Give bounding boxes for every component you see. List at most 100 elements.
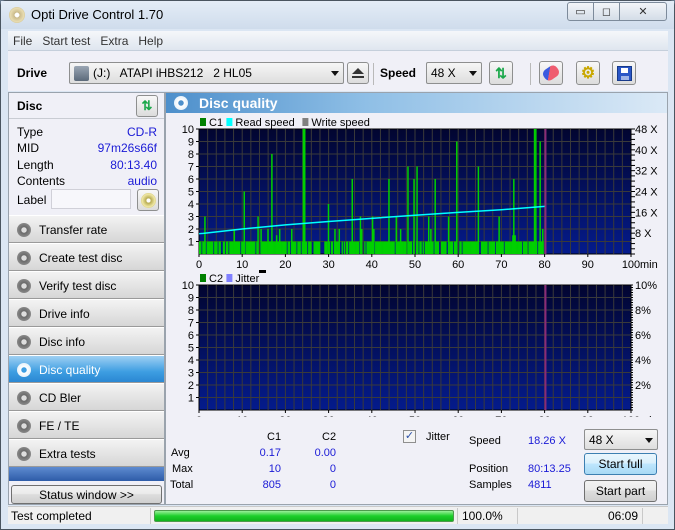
y-tick-label: 5 [188, 343, 194, 355]
panel-title: Disc quality [199, 95, 278, 111]
c1-spike [243, 191, 245, 254]
nav-extra-tests[interactable]: Extra tests [9, 439, 164, 467]
chevron-down-icon [469, 71, 477, 76]
nav-create-test-disc[interactable]: Create test disc [9, 243, 164, 271]
settings-button[interactable]: ⚙ [576, 61, 600, 85]
close-button[interactable]: ✕ [619, 2, 667, 21]
x-axis-unit: min [640, 415, 658, 417]
y-tick-label: 10 [182, 124, 194, 136]
status-text: Test completed [8, 508, 151, 524]
start-full-button[interactable]: Start full [584, 453, 657, 475]
c1-spike [413, 179, 415, 254]
eject-icon [352, 68, 364, 78]
label-input[interactable] [51, 189, 131, 209]
nav-verify-test-disc[interactable]: Verify test disc [9, 271, 164, 299]
c1-bar [285, 241, 287, 254]
erase-button[interactable] [539, 61, 563, 85]
c1-bar [460, 241, 462, 254]
label-field-label: Label [17, 193, 47, 207]
c1-spike [535, 129, 537, 254]
menu-file[interactable]: File [8, 31, 37, 48]
refresh-disc-button[interactable]: ⇅ [136, 95, 158, 117]
legend-swatch-write-speed [302, 118, 309, 126]
nav-disc-info[interactable]: Disc info [9, 327, 164, 355]
maximize-icon: ◻ [601, 6, 612, 18]
x-tick-label: 80 [538, 415, 550, 417]
status-window-button[interactable]: Status window >> [11, 485, 162, 504]
c1-bar [238, 241, 241, 254]
c1-bar [254, 241, 256, 254]
panel-header: Disc quality [166, 93, 667, 113]
c1-bar [219, 241, 221, 254]
y-tick-label: 8 [188, 305, 194, 317]
c1-bar [410, 241, 413, 254]
samples-label: Samples [469, 479, 512, 491]
c1-bar [227, 241, 229, 254]
y-tick-label: 8 [188, 149, 194, 161]
c1-bar [341, 241, 343, 254]
legend-swatch-read-speed [226, 118, 233, 126]
refresh-drive-button[interactable]: ⇅ [489, 61, 513, 85]
nav-disc-quality[interactable]: Disc quality [9, 355, 164, 383]
title-bar: Opti Drive Control 1.70 ▭ ◻ ✕ [1, 1, 674, 29]
total-c2: 0 [329, 479, 336, 491]
avg-c1: 0.17 [259, 447, 281, 459]
label-disc-button[interactable] [137, 189, 159, 211]
sidebar: Disc ⇅ Type CD-R MID 97m26s66f Length 80:13… [8, 92, 165, 505]
menu-extra[interactable]: Extra [95, 31, 133, 48]
y-tick-label: 6 [188, 330, 194, 342]
drive-select[interactable]: (J:) ATAPI iHBS212 2 HL05 [69, 62, 344, 84]
start-part-button[interactable]: Start part [584, 480, 657, 502]
y2-tick-label: 6% [635, 330, 651, 342]
drive-info-icon [17, 307, 31, 321]
menu-start-test[interactable]: Start test [37, 31, 95, 48]
c1-spike [359, 216, 362, 254]
save-button[interactable] [612, 61, 636, 85]
nav-cd-bler[interactable]: CD Bler [9, 383, 164, 411]
y2-tick-label: 48 X [635, 124, 658, 136]
jitter-checkbox[interactable]: ✓ [403, 430, 416, 443]
status-bar: Test completed 100.0% 06:09 [8, 506, 668, 524]
drive-label: Drive [17, 66, 48, 80]
position-value: 80:13.25 [528, 463, 571, 475]
nav-drive-info[interactable]: Drive info [9, 299, 164, 327]
disc-contents-row: Contents audio [17, 174, 157, 188]
disc-length-value: 80:13.40 [110, 158, 157, 172]
disc-contents-label: Contents [17, 174, 66, 188]
maximize-button[interactable]: ◻ [593, 2, 620, 21]
y-tick-label: 5 [188, 187, 194, 199]
legend-marker [259, 270, 266, 273]
c1-spike [498, 216, 500, 254]
speed-select[interactable]: 48 X [426, 62, 482, 84]
menu-bar: File Start test Extra Help [8, 31, 668, 51]
legend-label: Read speed [235, 117, 294, 129]
save-icon [616, 65, 632, 81]
app-window: Opti Drive Control 1.70 ▭ ◻ ✕ File Start … [0, 0, 675, 530]
speed-select-value: 48 X [431, 66, 456, 80]
c1-spike [361, 229, 363, 254]
eject-button[interactable] [347, 62, 369, 84]
nav-transfer-rate[interactable]: Transfer rate [9, 215, 164, 243]
y2-tick-label: 8% [635, 305, 651, 317]
menu-help[interactable]: Help [133, 31, 168, 48]
drive-select-value: (J:) ATAPI iHBS212 2 HL05 [93, 66, 252, 80]
disc-length-row: Length 80:13.40 [17, 158, 157, 172]
c2-jitter-chart: C2Jitter123456789102%4%6%8%10%0102030405… [182, 270, 658, 417]
minimize-button[interactable]: ▭ [567, 2, 594, 21]
disc-info-icon [17, 335, 31, 349]
legend-label: C2 [209, 273, 223, 285]
avg-c2: 0.00 [314, 447, 336, 459]
y-tick-label: 10 [182, 280, 194, 292]
c1-spike [407, 166, 409, 254]
window-title: Opti Drive Control 1.70 [31, 7, 164, 22]
test-speed-select[interactable]: 48 X [584, 429, 658, 450]
legend-label: Jitter [235, 273, 259, 285]
create-test-disc-icon [17, 251, 31, 265]
x-tick-label: 60 [452, 415, 464, 417]
close-icon: ✕ [638, 6, 648, 18]
c1-bar [493, 241, 496, 254]
nav-fe-te[interactable]: FE / TE [9, 411, 164, 439]
c1-bar [520, 241, 523, 254]
c1-bar [486, 241, 488, 254]
c1-spike [291, 229, 293, 254]
